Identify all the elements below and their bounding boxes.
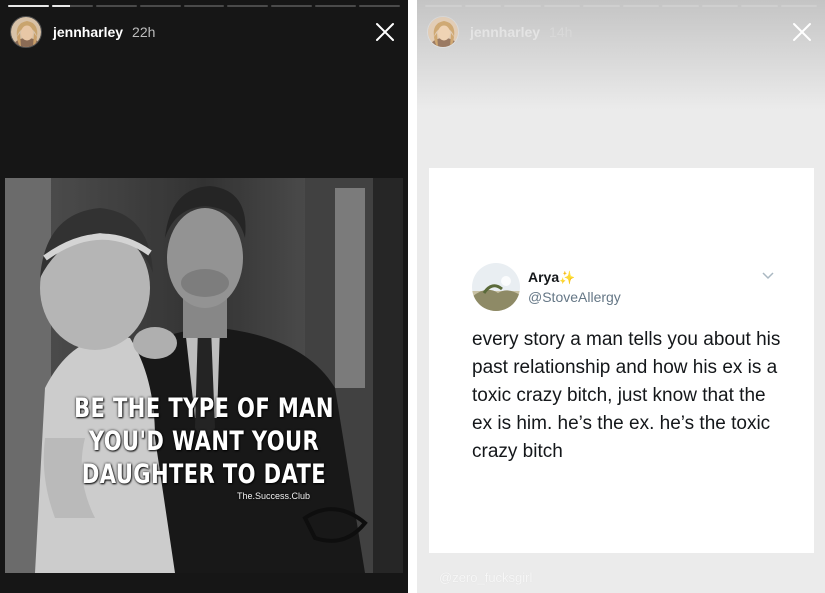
chevron-down-icon[interactable]: [762, 272, 774, 280]
progress-segment: [780, 5, 817, 7]
progress-segment: [359, 5, 401, 7]
profile-avatar[interactable]: [10, 16, 42, 48]
tweet-handle[interactable]: @StoveAllergy: [528, 289, 621, 305]
story-image: BE THE TYPE OF MAN YOU'D WANT YOUR DAUGH…: [5, 178, 403, 573]
progress-segment: [741, 5, 778, 7]
account-watermark: @zero_fucksgirl: [439, 570, 533, 585]
progress-segment: [622, 5, 659, 7]
progress-segment: [95, 5, 137, 7]
quote-line-3: DAUGHTER TO DATE: [81, 459, 327, 490]
quote-text: BE THE TYPE OF MAN YOU'D WANT YOUR DAUGH…: [5, 392, 403, 491]
progress-segment: [543, 5, 580, 7]
story-header: jennharley 14h: [427, 15, 815, 49]
tweet-header: Arya✨ @StoveAllergy: [472, 263, 621, 311]
story-left[interactable]: jennharley 22h BE THE TYPE OF MAN YOU'D …: [0, 0, 408, 593]
story-timestamp: 22h: [132, 24, 156, 40]
close-icon[interactable]: [374, 21, 396, 43]
progress-segment: [51, 5, 93, 7]
progress-fill: [51, 5, 71, 7]
close-icon[interactable]: [791, 21, 813, 43]
story-progress-bar: [425, 5, 817, 7]
progress-segment: [583, 5, 620, 7]
story-username[interactable]: jennharley: [53, 24, 123, 40]
progress-segment: [227, 5, 269, 7]
progress-segment: [504, 5, 541, 7]
progress-segment: [8, 5, 49, 7]
tweet-avatar[interactable]: [472, 263, 520, 311]
story-timestamp: 14h: [549, 24, 573, 40]
profile-avatar[interactable]: [427, 16, 459, 48]
tweet-card[interactable]: Arya✨ @StoveAllergy every story a man te…: [429, 168, 814, 553]
brand-watermark: The.Success.Club: [237, 491, 311, 501]
story-username[interactable]: jennharley: [470, 24, 540, 40]
tweet-display-name[interactable]: Arya: [528, 269, 559, 285]
progress-segment: [425, 5, 462, 7]
tweet-text: every story a man tells you about his pa…: [472, 329, 781, 462]
sparkle-icon: ✨: [559, 270, 576, 285]
progress-segment: [662, 5, 699, 7]
quote-line-2: YOU'D WANT YOUR: [88, 426, 320, 457]
quote-line-1: BE THE TYPE OF MAN: [74, 393, 334, 424]
progress-segment: [139, 5, 181, 7]
story-right[interactable]: jennharley 14h Arya✨ @StoveAllergy every…: [417, 0, 825, 593]
progress-segment: [464, 5, 501, 7]
story-progress-bar: [8, 5, 401, 7]
progress-segment: [701, 5, 738, 7]
progress-segment: [315, 5, 357, 7]
progress-segment: [271, 5, 313, 7]
progress-segment: [183, 5, 225, 7]
progress-fill: [8, 5, 49, 7]
story-header: jennharley 22h: [10, 15, 398, 49]
